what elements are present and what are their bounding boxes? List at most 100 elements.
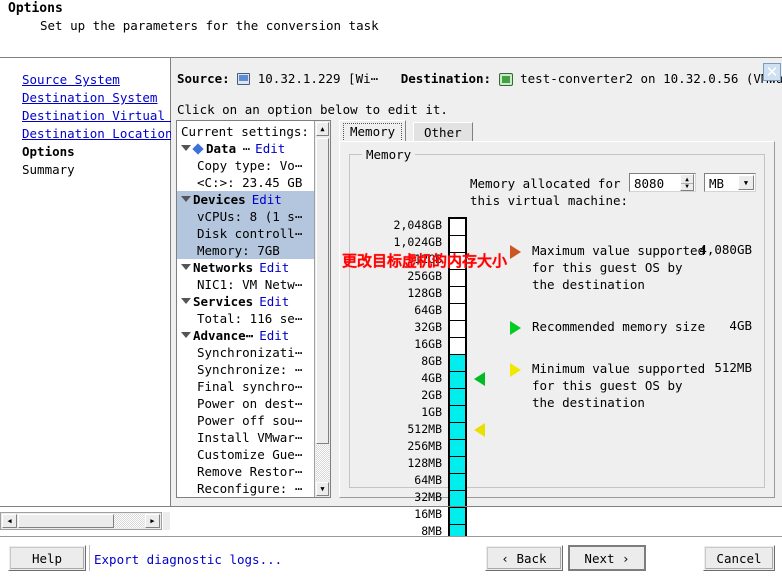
scale-label: 64GB bbox=[350, 302, 446, 319]
tree-item[interactable]: Copy type: Vo⋯ bbox=[177, 157, 314, 174]
tree-item-label: Total: 116 se⋯ bbox=[197, 311, 302, 326]
memory-allocated-label: Memory allocated for this virtual machin… bbox=[470, 175, 630, 209]
destination-label: Destination: bbox=[401, 71, 491, 86]
settings-vertical-scrollbar[interactable]: ▲ ▼ bbox=[314, 121, 330, 497]
tree-item-label: <C:>: 23.45 GB bbox=[197, 175, 302, 190]
slider-cell[interactable] bbox=[450, 508, 465, 525]
settings-tree: Current settings:Data ⋯EditCopy type: Vo… bbox=[177, 121, 314, 497]
scale-label: 32GB bbox=[350, 319, 446, 336]
nav-item-options: Options bbox=[0, 143, 170, 161]
nav-item-source-system[interactable]: Source System bbox=[0, 71, 170, 89]
tree-item[interactable]: vCPUs: 8 (1 s⋯ bbox=[177, 208, 314, 225]
slider-cell[interactable] bbox=[450, 321, 465, 338]
slider-cell[interactable] bbox=[450, 372, 465, 389]
tree-group-label: Data bbox=[206, 141, 236, 156]
nav-item-destination-virtual-m[interactable]: Destination Virtual M bbox=[0, 107, 170, 125]
cancel-button-label: Cancel bbox=[716, 551, 761, 566]
scroll-left-icon[interactable]: ◀ bbox=[2, 514, 17, 528]
tree-group-networks[interactable]: Networks Edit bbox=[177, 259, 314, 276]
slider-cell[interactable] bbox=[450, 457, 465, 474]
vscroll-thumb[interactable] bbox=[316, 138, 329, 444]
next-button[interactable]: Next › bbox=[568, 545, 646, 571]
memory-unit-select[interactable]: MB ▼ bbox=[704, 173, 756, 192]
cancel-button[interactable]: Cancel bbox=[703, 545, 775, 571]
tab-other[interactable]: Other bbox=[413, 122, 473, 142]
tree-item-label: Memory: 7GB bbox=[197, 243, 280, 258]
nav-item-destination-location[interactable]: Destination Location bbox=[0, 125, 170, 143]
page-subtitle: Set up the parameters for the conversion… bbox=[40, 18, 379, 33]
scroll-right-icon[interactable]: ▶ bbox=[145, 514, 160, 528]
export-diagnostic-logs-link[interactable]: Export diagnostic logs... bbox=[94, 552, 282, 567]
tree-item-label: Synchronizati⋯ bbox=[197, 345, 302, 360]
tree-item[interactable]: Disk controll⋯ bbox=[177, 225, 314, 242]
tree-item[interactable]: Power off sou⋯ bbox=[177, 412, 314, 429]
triangle-down-icon[interactable] bbox=[181, 264, 191, 270]
edit-link[interactable]: Edit bbox=[259, 260, 289, 275]
scale-label: 8GB bbox=[350, 353, 446, 370]
tree-item[interactable]: Total: 116 se⋯ bbox=[177, 310, 314, 327]
hscroll-thumb[interactable] bbox=[18, 514, 114, 528]
tree-group-label: Advance⋯ bbox=[193, 328, 253, 343]
scroll-corner bbox=[163, 512, 170, 530]
slider-cell[interactable] bbox=[450, 440, 465, 457]
slider-cell[interactable] bbox=[450, 338, 465, 355]
tree-group-label: Networks bbox=[193, 260, 253, 275]
edit-link[interactable]: Edit bbox=[255, 141, 285, 156]
tree-group-data[interactable]: Data ⋯ Edit bbox=[177, 140, 314, 157]
back-button-label: ‹ Back bbox=[501, 551, 546, 566]
memory-spinner[interactable]: ▲ ▼ bbox=[680, 174, 694, 191]
edit-link[interactable]: Edit bbox=[259, 294, 289, 309]
tree-item[interactable]: Customize Gue⋯ bbox=[177, 446, 314, 463]
spinner-down-icon[interactable]: ▼ bbox=[681, 182, 693, 190]
tree-item[interactable]: Power on dest⋯ bbox=[177, 395, 314, 412]
content-bottom-divider bbox=[0, 506, 782, 507]
legend-text: Minimum value supported for this guest O… bbox=[532, 360, 707, 411]
settings-tree-header: Current settings: bbox=[177, 123, 314, 140]
edit-link[interactable]: Edit bbox=[259, 328, 289, 343]
tree-item[interactable]: Remove Restor⋯ bbox=[177, 463, 314, 480]
tree-item[interactable]: <C:>: 23.45 GB bbox=[177, 174, 314, 191]
tab-memory[interactable]: Memory bbox=[339, 120, 406, 142]
tree-item-label: Final synchro⋯ bbox=[197, 379, 302, 394]
scroll-up-icon[interactable]: ▲ bbox=[316, 122, 329, 136]
slider-cell[interactable] bbox=[450, 474, 465, 491]
wizard-footer: Help Export diagnostic logs... ‹ Back Ne… bbox=[0, 537, 782, 578]
scale-label: 128GB bbox=[350, 285, 446, 302]
wizard-step-nav: Source SystemDestination SystemDestinati… bbox=[0, 58, 171, 506]
triangle-down-icon[interactable] bbox=[181, 145, 191, 151]
scroll-down-icon[interactable]: ▼ bbox=[316, 482, 329, 496]
hscroll-track[interactable] bbox=[114, 514, 144, 528]
tree-item[interactable]: Install VMwar⋯ bbox=[177, 429, 314, 446]
nav-horizontal-scrollbar[interactable]: ◀ ▶ bbox=[0, 512, 162, 530]
memory-value-input[interactable]: 8080 ▲ ▼ bbox=[629, 173, 696, 192]
slider-cell[interactable] bbox=[450, 423, 465, 440]
tree-group-devices[interactable]: DevicesEdit bbox=[177, 191, 314, 208]
tree-item[interactable]: Synchronize: ⋯ bbox=[177, 361, 314, 378]
tree-item[interactable]: Reconfigure: ⋯ bbox=[177, 480, 314, 497]
tree-item[interactable]: NIC1: VM Netw⋯ bbox=[177, 276, 314, 293]
triangle-down-icon[interactable] bbox=[181, 298, 191, 304]
close-icon[interactable]: ✕ bbox=[763, 63, 781, 81]
triangle-down-icon[interactable] bbox=[181, 196, 191, 202]
vscroll-track[interactable] bbox=[316, 445, 329, 480]
slider-cell[interactable] bbox=[450, 270, 465, 287]
slider-cell[interactable] bbox=[450, 389, 465, 406]
scale-label: 2GB bbox=[350, 387, 446, 404]
slider-cell[interactable] bbox=[450, 406, 465, 423]
slider-cell[interactable] bbox=[450, 287, 465, 304]
tree-group-advance[interactable]: Advance⋯ Edit bbox=[177, 327, 314, 344]
tree-item[interactable]: Final synchro⋯ bbox=[177, 378, 314, 395]
tree-item[interactable]: Memory: 7GB bbox=[177, 242, 314, 259]
tree-item[interactable]: Synchronizati⋯ bbox=[177, 344, 314, 361]
chevron-down-icon[interactable]: ▼ bbox=[738, 175, 754, 190]
nav-item-destination-system[interactable]: Destination System bbox=[0, 89, 170, 107]
slider-cell[interactable] bbox=[450, 304, 465, 321]
slider-cell[interactable] bbox=[450, 219, 465, 236]
help-button[interactable]: Help bbox=[8, 545, 86, 571]
back-button[interactable]: ‹ Back bbox=[485, 545, 563, 571]
slider-cell[interactable] bbox=[450, 355, 465, 372]
triangle-down-icon[interactable] bbox=[181, 332, 191, 338]
tree-group-services[interactable]: ServicesEdit bbox=[177, 293, 314, 310]
ellipsis-icon: ⋯ bbox=[236, 141, 249, 156]
edit-link[interactable]: Edit bbox=[252, 192, 282, 207]
